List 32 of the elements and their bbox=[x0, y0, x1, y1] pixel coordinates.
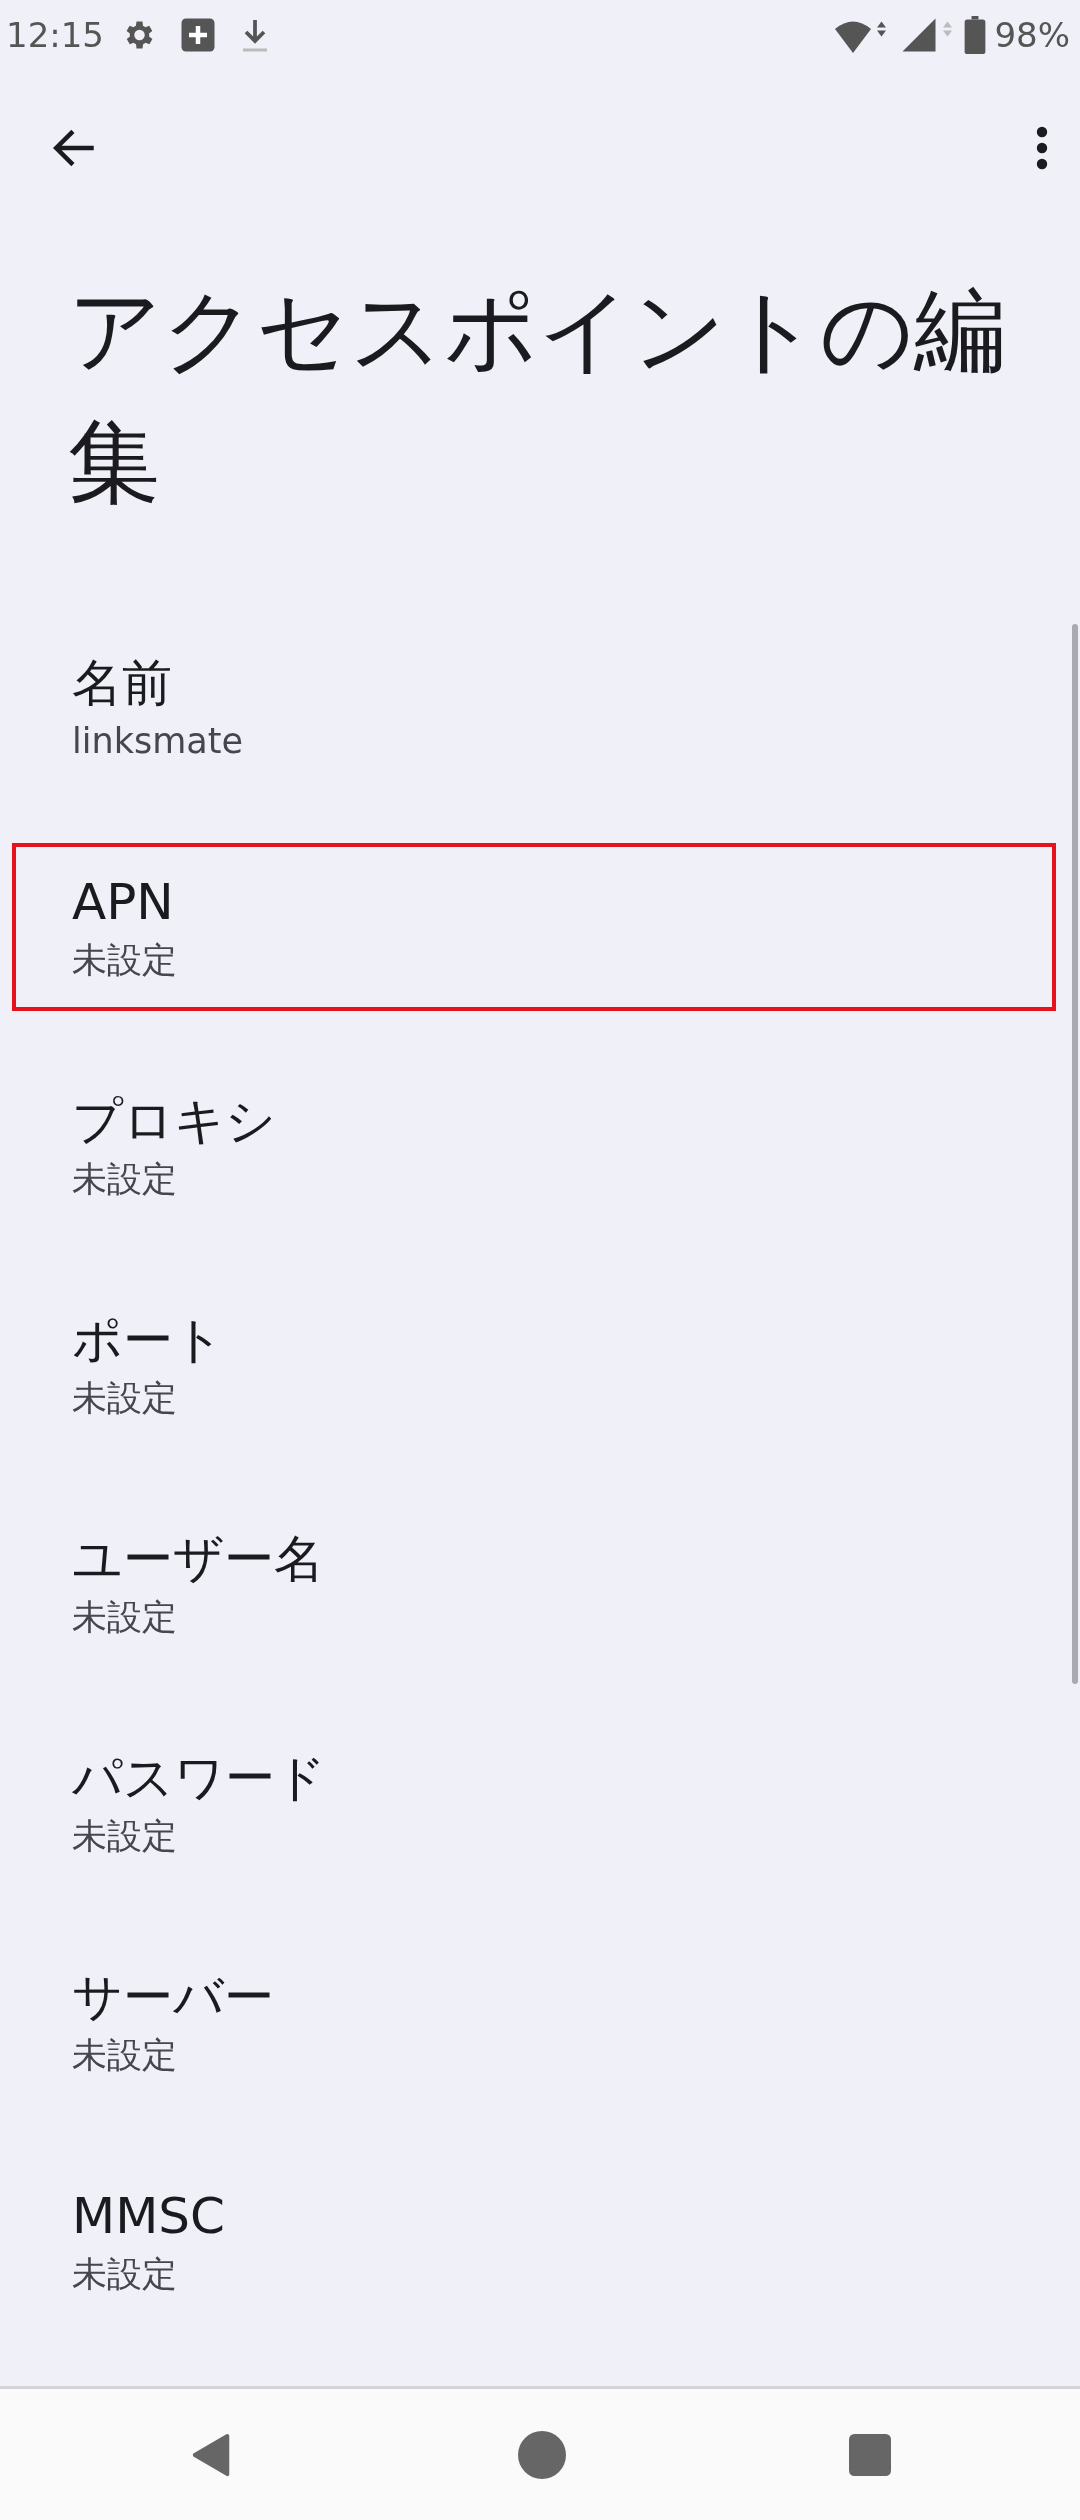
setting-label: MMSC bbox=[72, 2186, 226, 2247]
settings-item[interactable]: ユーザー名 未設定 bbox=[12, 1500, 1056, 1668]
setting-value: 未設定 bbox=[72, 1596, 178, 1639]
settings-item[interactable]: パスワード 未設定 bbox=[12, 1719, 1056, 1887]
battery-icon bbox=[964, 16, 987, 54]
page-title: アクセスポイントの編集 bbox=[67, 276, 1007, 518]
setting-label: パスワード bbox=[72, 1748, 327, 1809]
setting-value: 未設定 bbox=[72, 939, 178, 982]
setting-value: 未設定 bbox=[72, 1158, 178, 1201]
settings-item[interactable]: サーバー 未設定 bbox=[12, 1938, 1056, 2106]
setting-label: ポート bbox=[72, 1310, 225, 1371]
battery-percent: 98% bbox=[994, 13, 1070, 57]
recents-icon[interactable] bbox=[848, 2433, 891, 2476]
home-icon[interactable] bbox=[518, 2430, 566, 2479]
settings-item[interactable]: MMSC 未設定 bbox=[12, 2157, 1056, 2325]
setting-label: ユーザー名 bbox=[72, 1529, 325, 1590]
settings-item[interactable]: プロキシ 未設定 bbox=[12, 1062, 1056, 1230]
settings-item[interactable]: 名前 linksmate bbox=[12, 624, 1056, 792]
setting-value: 未設定 bbox=[72, 1377, 178, 1420]
status-time: 12:15 bbox=[6, 13, 104, 57]
plus-box-icon bbox=[180, 17, 216, 53]
download-icon bbox=[240, 17, 270, 53]
setting-value: 未設定 bbox=[72, 1815, 178, 1858]
setting-value: linksmate bbox=[72, 720, 244, 763]
setting-label: サーバー bbox=[72, 1967, 275, 2028]
setting-value: 未設定 bbox=[72, 2034, 178, 2077]
setting-label: プロキシ bbox=[72, 1091, 277, 1152]
setting-value: 未設定 bbox=[72, 2253, 178, 2296]
setting-label: 名前 bbox=[72, 653, 173, 714]
settings-item[interactable]: ポート 未設定 bbox=[12, 1281, 1056, 1449]
setting-label: APN bbox=[72, 872, 175, 933]
highlight-frame[interactable]: APN 未設定 bbox=[12, 843, 1056, 1011]
